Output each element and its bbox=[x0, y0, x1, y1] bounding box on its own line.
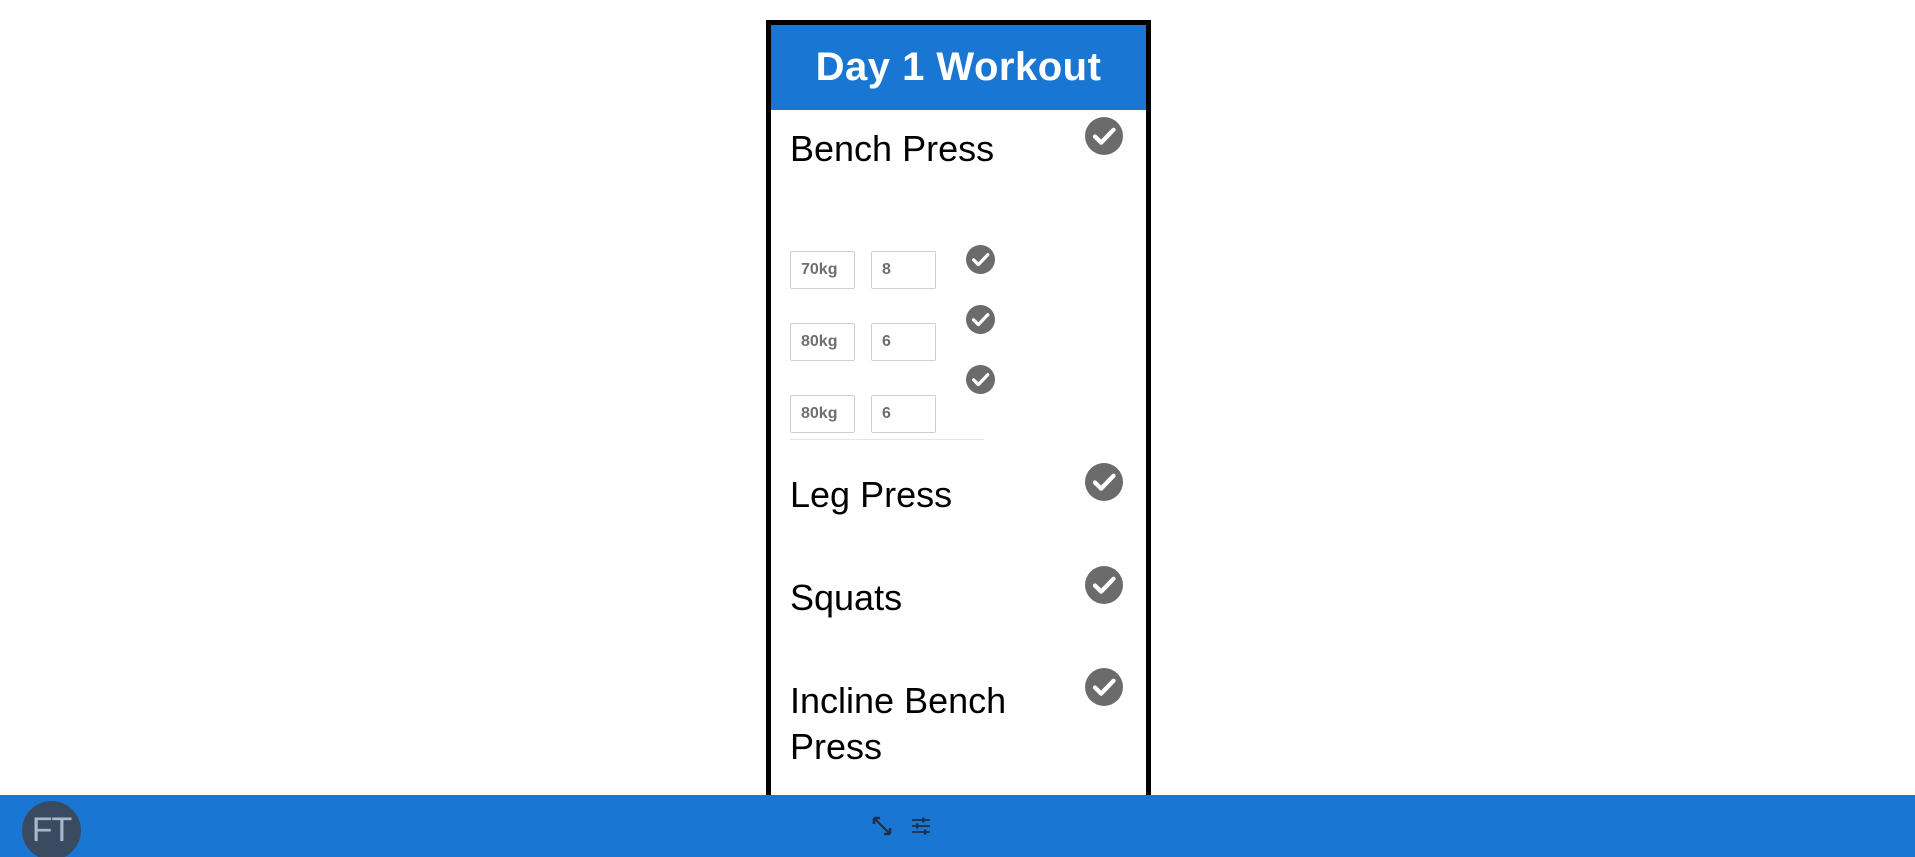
exercise-name: Squats bbox=[790, 577, 903, 618]
exercise-name: Incline Bench Press bbox=[790, 680, 1007, 767]
exercise-complete-check-icon[interactable] bbox=[1085, 117, 1123, 155]
app-root: Day 1 Workout Bench Press 70kg 8 80kg 6 … bbox=[0, 0, 1915, 857]
exercise-leg-press: Leg Press bbox=[771, 455, 1146, 555]
exercise-name: Leg Press bbox=[790, 474, 953, 515]
workout-title: Day 1 Workout bbox=[771, 25, 1146, 110]
weight-field[interactable] bbox=[790, 323, 855, 361]
set-complete-check-icon[interactable] bbox=[966, 365, 995, 394]
reps-field[interactable] bbox=[871, 323, 936, 361]
exercise-complete-check-icon[interactable] bbox=[1085, 566, 1123, 604]
sliders-icon[interactable] bbox=[909, 814, 933, 838]
avatar[interactable]: FT bbox=[22, 801, 81, 857]
weight-field[interactable] bbox=[790, 251, 855, 289]
divider bbox=[790, 439, 984, 440]
exercise-name: Bench Press bbox=[790, 128, 995, 169]
weight-field[interactable] bbox=[790, 395, 855, 433]
reps-field[interactable] bbox=[871, 395, 936, 433]
reps-field[interactable] bbox=[871, 251, 936, 289]
exercise-squats: Squats bbox=[771, 558, 1146, 658]
exercise-incline-bench-press: Incline Bench Press bbox=[771, 660, 1146, 800]
set-complete-check-icon[interactable] bbox=[966, 305, 995, 334]
exercise-complete-check-icon[interactable] bbox=[1085, 463, 1123, 501]
phone-frame: Day 1 Workout Bench Press 70kg 8 80kg 6 … bbox=[766, 20, 1151, 800]
bottom-taskbar: FT bbox=[0, 795, 1915, 857]
set-complete-check-icon[interactable] bbox=[966, 245, 995, 274]
expand-arrows-icon[interactable] bbox=[870, 814, 894, 838]
exercise-bench-press: Bench Press bbox=[771, 110, 1146, 450]
exercise-complete-check-icon[interactable] bbox=[1085, 668, 1123, 706]
